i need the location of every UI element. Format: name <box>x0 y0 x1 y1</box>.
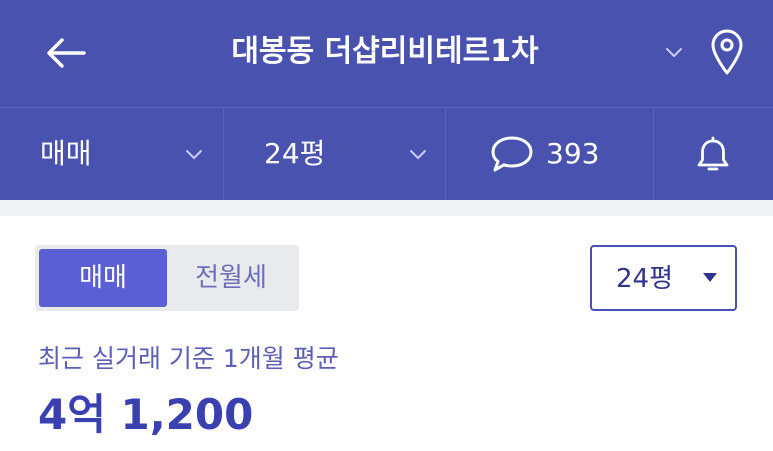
area-label: 24평 <box>264 137 326 170</box>
alert-button[interactable] <box>654 108 773 200</box>
back-button[interactable] <box>40 28 92 78</box>
comment-count: 393 <box>546 137 600 170</box>
filter-bar: 매매 24평 393 <box>0 107 773 200</box>
page-title[interactable]: 대봉동 더샵리비테르1차 <box>150 30 620 74</box>
arrow-left-icon <box>47 38 86 68</box>
section-divider <box>0 200 773 216</box>
caret-down-icon <box>702 271 718 283</box>
map-pin-icon <box>711 29 743 75</box>
comments-button[interactable]: 393 <box>446 108 654 200</box>
area-select[interactable]: 24평 <box>590 245 737 311</box>
chevron-down-icon <box>182 142 206 166</box>
deal-type-dropdown[interactable]: 매매 <box>0 108 224 200</box>
bell-icon <box>692 134 734 176</box>
speech-bubble-icon <box>490 134 534 174</box>
area-select-value: 24평 <box>616 264 674 294</box>
chevron-down-icon <box>666 48 682 57</box>
chevron-down-icon <box>406 142 430 166</box>
area-dropdown[interactable]: 24평 <box>224 108 446 200</box>
deal-type-label: 매매 <box>40 137 92 170</box>
segment-sale[interactable]: 매매 <box>39 249 167 307</box>
location-button[interactable] <box>706 26 748 78</box>
deal-type-segmented-control: 매매 전월세 <box>35 245 299 311</box>
segment-rent[interactable]: 전월세 <box>167 249 295 307</box>
average-price-value: 4억 1,200 <box>38 390 254 439</box>
average-price-caption: 최근 실거래 기준 1개월 평균 <box>38 344 339 373</box>
expand-title-button[interactable] <box>660 38 688 66</box>
top-app-bar: 대봉동 더샵리비테르1차 <box>0 0 773 107</box>
